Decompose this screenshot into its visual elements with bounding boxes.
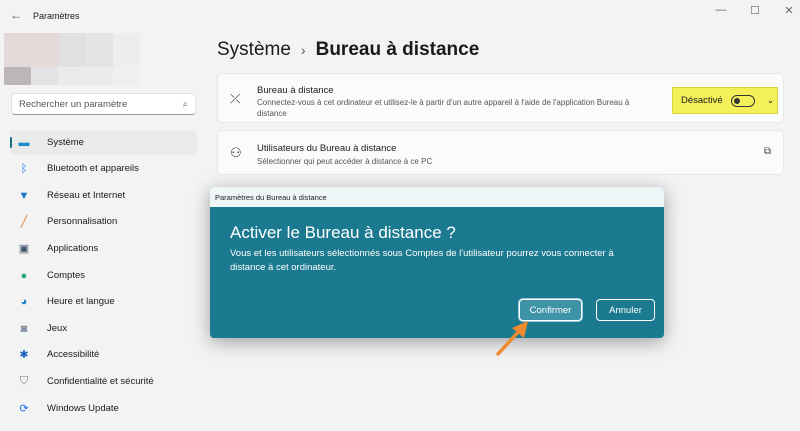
sidebar-item-confidentialité-et-sécurité[interactable]: ⛉ Confidentialité et sécurité: [10, 369, 197, 394]
remote-desktop-toggle[interactable]: [730, 94, 755, 107]
sidebar-item-label: Personnalisation: [47, 216, 118, 227]
search-placeholder: Rechercher un paramètre: [19, 99, 128, 110]
card-title: Bureau à distance: [257, 85, 334, 96]
maximize-button[interactable]: ☐: [745, 4, 765, 17]
sidebar-item-comptes[interactable]: ● Comptes: [10, 263, 197, 288]
sidebar-item-windows-update[interactable]: ⟳ Windows Update: [10, 396, 197, 421]
breadcrumb-parent[interactable]: Système: [217, 39, 291, 61]
search-icon: ⌕: [182, 99, 188, 110]
dialog-title: Paramètres du Bureau à distance: [210, 187, 664, 207]
sidebar-icon: ●: [20, 269, 28, 282]
sidebar-icon: ▬: [18, 136, 30, 149]
remote-desktop-users-card[interactable]: ⚇ Utilisateurs du Bureau à distance Séle…: [217, 130, 784, 175]
confirm-dialog: Paramètres du Bureau à distance Activer …: [210, 187, 664, 338]
chevron-down-icon[interactable]: ⌄: [767, 95, 775, 106]
dialog-message: Vous et les utilisateurs sélectionnés so…: [230, 248, 614, 273]
sidebar-icon: ◙: [20, 322, 28, 335]
sidebar-item-label: Windows Update: [47, 403, 119, 414]
sidebar-icon: ▼: [18, 189, 30, 202]
sidebar-icon: ╱: [20, 216, 28, 228]
sidebar-item-accessibilité[interactable]: ✱ Accessibilité: [10, 342, 197, 367]
remote-desktop-toggle-highlight[interactable]: Désactivé ⌄: [672, 87, 778, 114]
dialog-heading: Activer le Bureau à distance ?: [230, 223, 456, 242]
sidebar-item-bluetooth-et-appareils[interactable]: ᛒ Bluetooth et appareils: [10, 156, 197, 181]
sidebar-icon: ▣: [18, 243, 30, 255]
remote-desktop-icon: ⤫: [230, 91, 241, 106]
sidebar-item-heure-et-langue[interactable]: ◕ Heure et langue: [10, 289, 197, 314]
annotation-arrow-icon: [496, 321, 528, 356]
sidebar-item-label: Comptes: [47, 270, 86, 281]
chevron-right-icon: ›: [300, 42, 306, 58]
sidebar-item-label: Jeux: [47, 323, 68, 334]
sidebar-item-applications[interactable]: ▣ Applications: [10, 236, 197, 261]
card-description: Sélectionner qui peut accéder à distance…: [257, 157, 433, 166]
minimize-button[interactable]: —: [711, 4, 731, 16]
close-button[interactable]: ✕: [779, 4, 799, 17]
sidebar-item-réseau-et-internet[interactable]: ▼ Réseau et Internet: [10, 183, 197, 208]
card-title: Utilisateurs du Bureau à distance: [257, 143, 397, 154]
breadcrumb: Système › Bureau à distance: [217, 39, 479, 61]
sidebar-item-personnalisation[interactable]: ╱ Personnalisation: [10, 209, 197, 234]
sidebar-item-label: Confidentialité et sécurité: [47, 376, 154, 387]
sidebar-icon: ✱: [19, 349, 29, 361]
sidebar-icon: ◕: [20, 295, 28, 308]
sidebar-item-label: Accessibilité: [47, 349, 100, 360]
search-input[interactable]: Rechercher un paramètre ⌕: [11, 93, 196, 115]
page-title: Bureau à distance: [315, 39, 480, 60]
sidebar-icon: ᛒ: [20, 162, 28, 175]
user-avatar-blurred: [4, 33, 140, 85]
sidebar-item-label: Heure et langue: [47, 296, 115, 307]
sidebar-item-label: Applications: [47, 243, 99, 254]
sidebar-item-label: Bluetooth et appareils: [47, 163, 139, 174]
sidebar-item-label: Réseau et Internet: [47, 190, 126, 201]
card-description: Connectez-vous à cet ordinateur et utili…: [257, 98, 630, 118]
sidebar-icon: ⛉: [19, 375, 29, 387]
back-icon[interactable]: ←: [10, 8, 22, 22]
sidebar-item-label: Système: [47, 137, 84, 148]
sidebar-item-système[interactable]: ▬ Système: [10, 130, 197, 155]
selected-indicator: [10, 137, 12, 148]
toggle-state-label: Désactivé: [681, 95, 723, 106]
window-title: Paramètres: [33, 11, 80, 21]
external-link-icon[interactable]: ⧉: [764, 146, 771, 157]
cancel-button[interactable]: Annuler: [596, 299, 655, 321]
users-icon: ⚇: [230, 145, 242, 160]
sidebar-icon: ⟳: [19, 403, 29, 415]
sidebar-item-jeux[interactable]: ◙ Jeux: [10, 316, 197, 341]
